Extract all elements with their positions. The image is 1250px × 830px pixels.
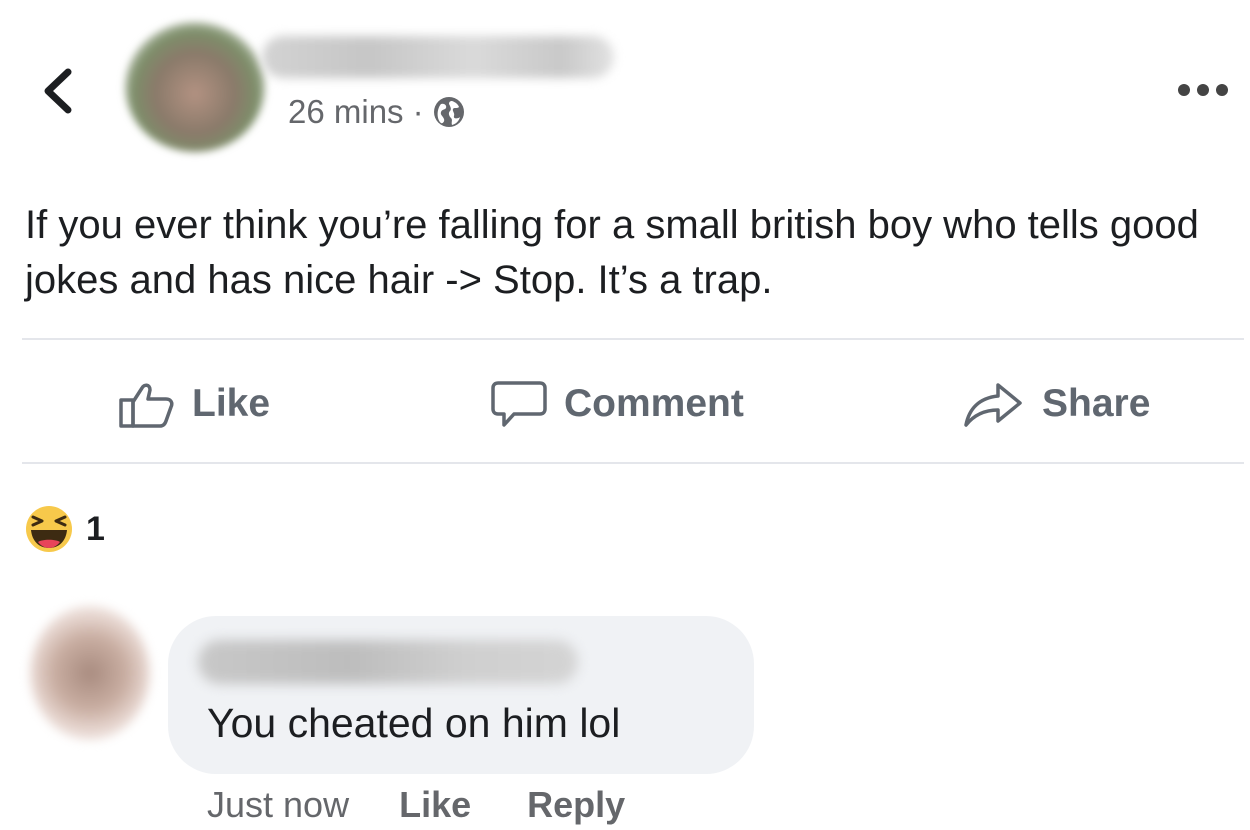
share-arrow-icon	[964, 383, 1022, 427]
share-button[interactable]: Share	[962, 372, 1150, 436]
thumbs-up-icon	[119, 383, 174, 428]
comment-text: You cheated on him lol	[207, 700, 621, 746]
comment-like-button[interactable]: Like	[399, 784, 471, 826]
globe-icon[interactable]	[432, 95, 466, 129]
author-avatar[interactable]	[125, 22, 265, 152]
comment-button[interactable]: Comment	[490, 372, 744, 436]
commenter-avatar[interactable]	[30, 606, 150, 740]
comment-bubble-icon	[491, 381, 547, 427]
haha-icon	[26, 506, 72, 552]
like-button[interactable]: Like	[118, 372, 270, 436]
post-meta: 26 mins ·	[288, 93, 466, 131]
comment-label: Comment	[564, 382, 744, 425]
more-dot-icon	[1197, 84, 1209, 96]
author-name-blurred[interactable]	[262, 36, 614, 78]
reaction-summary[interactable]: 1	[24, 504, 105, 554]
share-label: Share	[1042, 382, 1151, 425]
back-button[interactable]	[38, 66, 78, 116]
post-text: If you ever think you’re falling for a s…	[25, 203, 1199, 302]
chevron-left-icon	[44, 68, 72, 114]
like-label: Like	[192, 382, 271, 425]
comment-reply-button[interactable]: Reply	[527, 784, 625, 826]
more-dot-icon	[1178, 84, 1190, 96]
post-timestamp[interactable]: 26 mins	[288, 93, 404, 131]
more-options-button[interactable]	[1178, 80, 1228, 100]
comment-actions: Just now Like Reply	[207, 784, 625, 826]
comment-timestamp[interactable]: Just now	[207, 784, 349, 826]
more-dot-icon	[1216, 84, 1228, 96]
reaction-count: 1	[86, 509, 105, 548]
divider	[22, 338, 1244, 340]
commenter-name-blurred[interactable]	[198, 640, 578, 684]
meta-separator: ·	[412, 93, 424, 130]
divider	[22, 462, 1244, 464]
